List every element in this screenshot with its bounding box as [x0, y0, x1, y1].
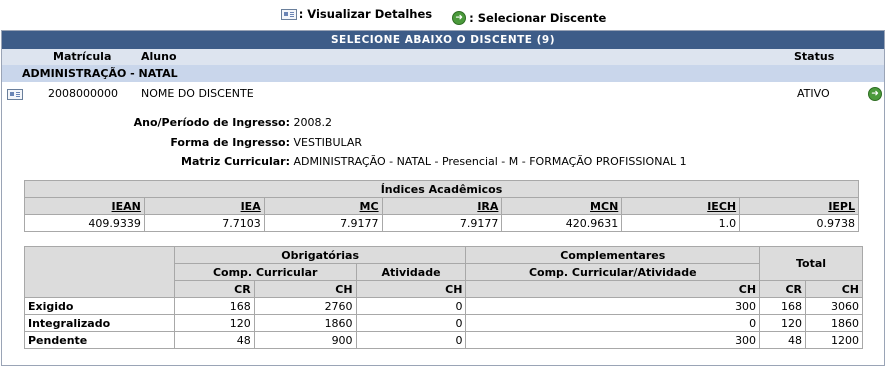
cr-header: CR — [759, 280, 807, 298]
index-header: IECH — [621, 197, 741, 215]
cell-ch: 900 — [253, 331, 357, 349]
cell-atividade-ch: 0 — [355, 314, 467, 332]
row-label: Exigido — [24, 297, 175, 315]
panel-caption: SELECIONE ABAIXO O DISCENTE (9) — [2, 31, 884, 49]
cr-header: CR — [173, 280, 255, 298]
ingresso-value: 2008.2 — [293, 116, 333, 129]
forma-value: VESTIBULAR — [293, 136, 363, 149]
comp-curricular-header: Comp. Curricular — [173, 263, 357, 281]
comp-curr-atividade-header: Comp. Curricular/Atividade — [465, 263, 761, 281]
forma-line: Forma de Ingresso: VESTIBULAR — [0, 136, 362, 149]
indices-table: Índices Acadêmicos IEAN IEA MC IRA MCN I… — [24, 180, 859, 232]
indices-title: Índices Acadêmicos — [24, 180, 859, 198]
column-header-row: Matrícula Aluno Status — [2, 49, 884, 65]
ch-header: CH — [465, 280, 761, 298]
view-details-icon[interactable] — [7, 89, 23, 100]
cell-ch: 1860 — [253, 314, 357, 332]
index-header: MC — [263, 197, 383, 215]
col-aluno: Aluno — [141, 50, 177, 63]
cell-comp-ch: 0 — [465, 314, 761, 332]
ingresso-label: Ano/Período de Ingresso: — [133, 116, 290, 129]
matriz-value: ADMINISTRAÇÃO - NATAL - Presencial - M -… — [293, 155, 687, 168]
table-row: Integralizado 120 1860 0 0 120 1860 — [24, 314, 863, 332]
row-label: Integralizado — [24, 314, 175, 332]
student-name: NOME DO DISCENTE — [141, 87, 254, 100]
course-group-header: ADMINISTRAÇÃO - NATAL — [2, 65, 884, 82]
ch-header: CH — [253, 280, 357, 298]
legend-select-label: : Selecionar Discente — [469, 11, 607, 25]
select-arrow-icon: ➜ — [452, 11, 467, 25]
index-header: IEA — [143, 197, 265, 215]
cell-cr: 48 — [173, 331, 255, 349]
index-value: 409.9339 — [24, 214, 145, 232]
ingresso-line: Ano/Período de Ingresso: 2008.2 — [0, 116, 332, 129]
col-matricula: Matrícula — [53, 50, 112, 63]
cell-total-ch: 1200 — [805, 331, 863, 349]
cell-total-cr: 48 — [759, 331, 807, 349]
cell-total-cr: 120 — [759, 314, 807, 332]
cell-atividade-ch: 0 — [355, 331, 467, 349]
index-value: 0.9738 — [739, 214, 859, 232]
details-card-icon — [280, 8, 297, 20]
index-header: IRA — [381, 197, 503, 215]
student-matricula: 2008000000 — [48, 87, 118, 100]
index-header: IEPL — [739, 197, 859, 215]
index-value: 1.0 — [621, 214, 741, 232]
index-header: MCN — [501, 197, 623, 215]
index-value: 7.7103 — [143, 214, 265, 232]
cell-atividade-ch: 0 — [355, 297, 467, 315]
student-status: ATIVO — [797, 87, 830, 100]
forma-label: Forma de Ingresso: — [170, 136, 290, 149]
ch-header: CH — [805, 280, 863, 298]
cell-total-cr: 168 — [759, 297, 807, 315]
student-row: 2008000000 NOME DO DISCENTE ATIVO ➜ — [2, 82, 884, 106]
legend-details: : Visualizar Detalhes — [280, 7, 433, 21]
matriz-line: Matriz Curricular: ADMINISTRAÇÃO - NATAL… — [0, 155, 687, 168]
complementares-header: Complementares — [465, 246, 761, 264]
cell-total-ch: 1860 — [805, 314, 863, 332]
ch-header: CH — [355, 280, 467, 298]
index-value: 7.9177 — [263, 214, 383, 232]
col-status: Status — [794, 50, 835, 63]
cell-cr: 120 — [173, 314, 255, 332]
index-value: 7.9177 — [381, 214, 503, 232]
matriz-label: Matriz Curricular: — [181, 155, 290, 168]
legend-details-label: : Visualizar Detalhes — [298, 7, 433, 21]
cell-cr: 168 — [173, 297, 255, 315]
table-row: Pendente 48 900 0 300 48 1200 — [24, 331, 863, 349]
index-header: IEAN — [24, 197, 145, 215]
cell-comp-ch: 300 — [465, 331, 761, 349]
atividade-header: Atividade — [355, 263, 467, 281]
cell-comp-ch: 300 — [465, 297, 761, 315]
cell-total-ch: 3060 — [805, 297, 863, 315]
table-row: Exigido 168 2760 0 300 168 3060 — [24, 297, 863, 315]
workload-corner — [24, 246, 175, 298]
index-value: 420.9631 — [501, 214, 623, 232]
legend: : Visualizar Detalhes ➜ : Selecionar Dis… — [0, 7, 887, 25]
cell-ch: 2760 — [253, 297, 357, 315]
obrigatorias-header: Obrigatórias — [173, 246, 467, 264]
select-student-icon[interactable]: ➜ — [868, 87, 882, 101]
total-header: Total — [759, 246, 863, 281]
row-label: Pendente — [24, 331, 175, 349]
workload-table: Obrigatórias Complementares Total Comp. … — [24, 246, 863, 349]
legend-select: ➜ : Selecionar Discente — [452, 11, 606, 25]
